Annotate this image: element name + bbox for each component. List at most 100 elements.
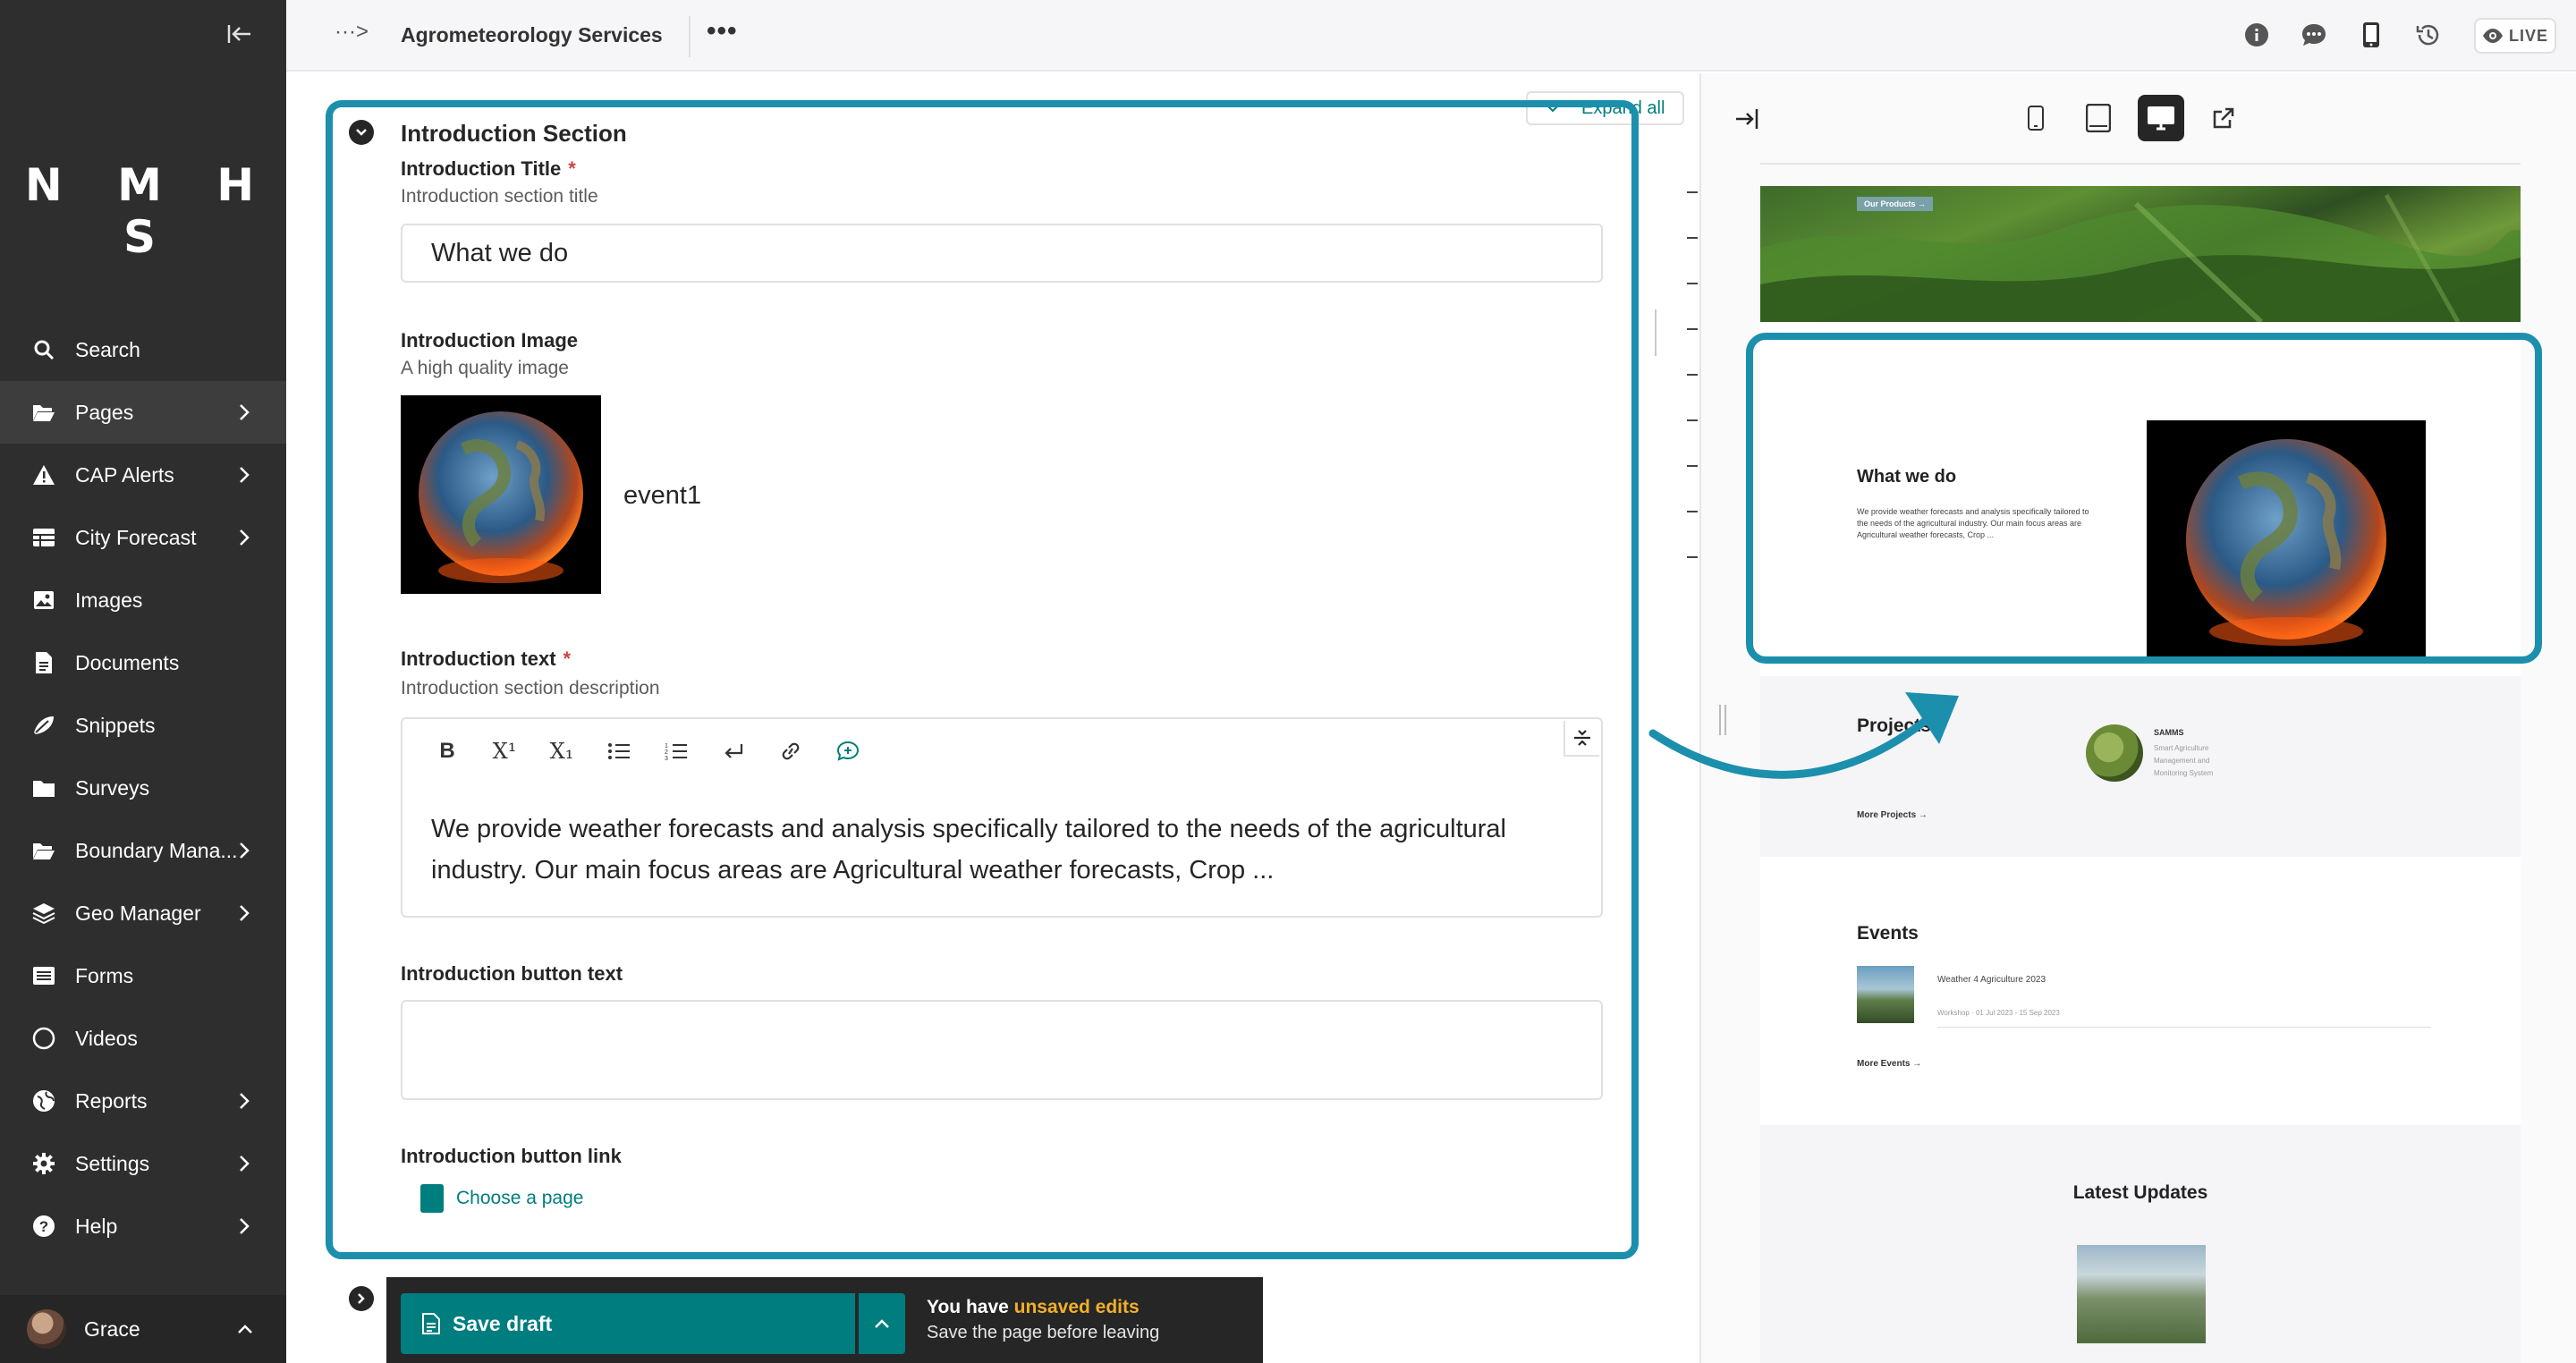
sidebar-item-label: Help: [75, 1214, 118, 1238]
save-draft-button[interactable]: Save draft: [401, 1293, 855, 1354]
button-text-input[interactable]: [401, 1000, 1603, 1100]
preview-what-we-do[interactable]: What we do We provide weather forecasts …: [1760, 340, 2521, 665]
external-link-icon: [2213, 107, 2234, 129]
sidebar-item-forms[interactable]: Forms: [0, 944, 286, 1007]
live-status-button[interactable]: LIVE: [2474, 18, 2556, 54]
earth-image: [2147, 420, 2426, 658]
hero-products-button[interactable]: Our Products →: [1857, 197, 1934, 211]
sidebar-item-label: Snippets: [75, 713, 156, 737]
breadcrumb-toggle[interactable]: ···>: [335, 20, 369, 45]
line-break-button[interactable]: [705, 733, 762, 769]
section-collapse-toggle[interactable]: [349, 120, 374, 145]
main-menu: Search Pages CAP Alerts City Forecast Im…: [0, 318, 286, 1257]
intro-text-editor[interactable]: B X¹ X₁ 123 We provide weather forecasts…: [401, 717, 1603, 918]
sidebar-item-label: City Forecast: [75, 525, 197, 549]
minimap-mark: [1687, 283, 1698, 284]
warning-icon: [30, 461, 57, 488]
more-actions-button[interactable]: •••: [707, 16, 738, 47]
sidebar-item-search[interactable]: Search: [0, 318, 286, 381]
comments-button[interactable]: [2299, 20, 2329, 50]
sidebar-item-cap-alerts[interactable]: CAP Alerts: [0, 444, 286, 506]
sidebar-item-geo-manager[interactable]: Geo Manager: [0, 882, 286, 944]
preview-tablet-button[interactable]: [2075, 95, 2122, 141]
intro-text-content[interactable]: We provide weather forecasts and analysi…: [431, 808, 1585, 891]
top-header: ···> Agrometeorology Services ••• LIVE: [286, 0, 2576, 72]
collapse-left-icon: [227, 25, 250, 43]
search-icon: [30, 336, 57, 363]
chevron-down-icon: [1547, 106, 1558, 113]
choose-page-button[interactable]: Choose a page: [420, 1184, 583, 1213]
sidebar-item-city-forecast[interactable]: City Forecast: [0, 506, 286, 569]
folder-open-icon: [30, 399, 57, 426]
annotation-arrow-icon: [1648, 692, 1959, 779]
image-icon: [30, 587, 57, 614]
minimap-mark: [1687, 419, 1698, 421]
sidebar-item-label: Images: [75, 588, 143, 612]
chevron-right-icon: [240, 1093, 250, 1109]
event-thumbnail[interactable]: [1857, 966, 1914, 1023]
sidebar-item-reports[interactable]: Reports: [0, 1070, 286, 1132]
open-preview-new-tab-button[interactable]: [2200, 95, 2247, 141]
chevron-up-icon: [238, 1325, 252, 1333]
comment-button[interactable]: [819, 733, 877, 769]
chevron-right-icon: [240, 905, 250, 921]
event-name[interactable]: Weather 4 Agriculture 2023: [1937, 975, 2046, 985]
unsaved-highlight: unsaved edits: [1013, 1297, 1140, 1317]
expand-all-button[interactable]: Expand all: [1526, 91, 1685, 125]
collapse-preview-icon[interactable]: [1733, 106, 1760, 132]
subscript-button[interactable]: X₁: [533, 733, 590, 769]
sidebar-item-label: Pages: [75, 400, 134, 424]
rich-text-toolbar: B X¹ X₁ 123: [419, 733, 877, 769]
project-name[interactable]: SAMMS: [2154, 728, 2184, 737]
history-button[interactable]: [2413, 20, 2444, 50]
sidebar-item-label: Search: [75, 337, 140, 361]
minimap-mark: [1687, 374, 1698, 376]
next-section-toggle[interactable]: [349, 1286, 374, 1311]
bold-button[interactable]: B: [419, 733, 476, 769]
collapse-sidebar-button[interactable]: [222, 23, 258, 50]
list-icon: [30, 962, 57, 989]
sidebar-item-help[interactable]: ? Help: [0, 1195, 286, 1257]
superscript-button[interactable]: X¹: [476, 733, 533, 769]
required-marker: *: [568, 157, 576, 180]
bulleted-list-button[interactable]: [590, 733, 648, 769]
intro-image-thumbnail[interactable]: [401, 395, 601, 594]
intro-image-label: Introduction Image: [401, 329, 578, 351]
sidebar-item-videos[interactable]: Videos: [0, 1007, 286, 1070]
intro-text-label: Introduction text *: [401, 648, 571, 671]
hero-banner: Our Products →: [1760, 186, 2521, 322]
layers-icon: [30, 900, 57, 927]
preview-desktop-button[interactable]: [2138, 95, 2184, 141]
chevron-right-icon: [240, 529, 250, 546]
intro-title-help: Introduction section title: [401, 186, 598, 207]
minimap-mark: [1687, 191, 1698, 193]
sidebar-item-label: Surveys: [75, 775, 150, 800]
mobile-preview-button[interactable]: [2356, 20, 2386, 50]
sidebar-item-snippets[interactable]: Snippets: [0, 694, 286, 757]
events-title: Events: [1857, 923, 1919, 944]
sidebar: N M H S Search Pages CAP Alerts City For…: [0, 0, 286, 1363]
more-events-link[interactable]: More Events →: [1857, 1059, 1921, 1069]
more-save-options-button[interactable]: [859, 1293, 905, 1354]
account-menu[interactable]: Grace: [0, 1295, 286, 1363]
minimap-toggle-button[interactable]: [1563, 721, 1599, 757]
preview-mobile-button[interactable]: [2012, 95, 2059, 141]
preview-what-we-do-body: We provide weather forecasts and analysi…: [1857, 507, 2089, 539]
minimap-mark: [1687, 556, 1698, 558]
info-button[interactable]: [2241, 20, 2272, 50]
header-divider: [689, 16, 691, 57]
project-thumbnail[interactable]: [2086, 724, 2143, 782]
folder-icon: [30, 775, 57, 801]
update-thumbnail[interactable]: [2077, 1245, 2206, 1343]
link-button[interactable]: [762, 733, 819, 769]
sidebar-item-settings[interactable]: Settings: [0, 1132, 286, 1195]
sidebar-item-boundary-manager[interactable]: Boundary Mana...: [0, 819, 286, 882]
numbered-list-button[interactable]: 123: [648, 733, 705, 769]
sidebar-item-images[interactable]: Images: [0, 569, 286, 631]
intro-title-input[interactable]: What we do: [401, 224, 1603, 283]
sidebar-item-surveys[interactable]: Surveys: [0, 757, 286, 819]
mobile-icon: [2363, 22, 2379, 47]
sidebar-item-pages[interactable]: Pages: [0, 381, 286, 444]
sidebar-item-documents[interactable]: Documents: [0, 631, 286, 694]
site-logo[interactable]: N M H S: [0, 159, 286, 263]
